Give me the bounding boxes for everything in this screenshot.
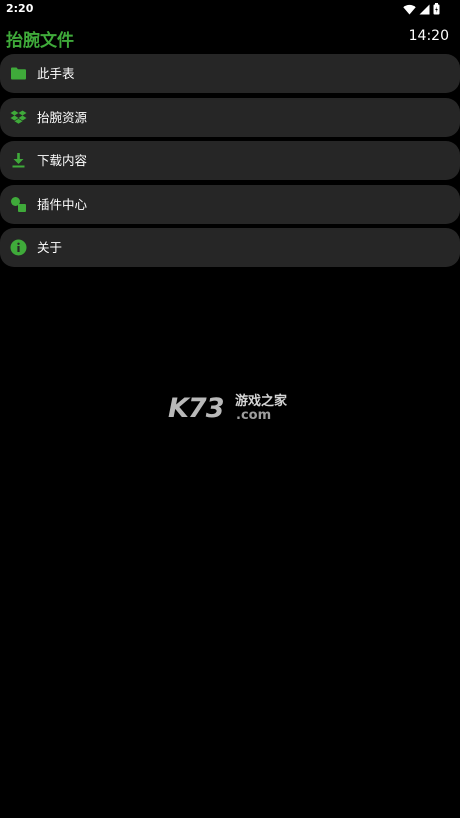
menu-item-about[interactable]: 关于 xyxy=(0,228,460,267)
menu-item-label: 下载内容 xyxy=(37,153,88,168)
info-icon xyxy=(10,239,27,256)
watermark-domain: .com xyxy=(236,408,272,423)
menu-item-label: 此手表 xyxy=(37,66,75,81)
menu-item-label: 插件中心 xyxy=(37,196,88,212)
folder-icon xyxy=(11,67,26,80)
menu-item-resources[interactable]: 抬腕资源 xyxy=(0,97,460,137)
header-clock: 14:20 xyxy=(408,28,449,44)
menu-item-downloads[interactable]: 下载内容 xyxy=(0,141,460,180)
status-icons xyxy=(403,3,440,15)
battery-icon xyxy=(433,3,440,15)
signal-icon xyxy=(419,4,430,14)
status-time: 2:20 xyxy=(6,2,34,15)
menu-item-this-watch[interactable]: 此手表 xyxy=(0,54,460,93)
watermark-logo: K73 游戏之家 .com xyxy=(168,394,292,424)
app-title: 抬腕文件 xyxy=(6,31,74,51)
download-icon xyxy=(12,153,25,168)
watermark-brand: K73 xyxy=(168,393,224,424)
status-bar: 2:20 xyxy=(0,0,460,18)
menu-item-label: 抬腕资源 xyxy=(37,109,88,125)
dropbox-icon xyxy=(10,110,27,124)
menu-item-label: 关于 xyxy=(37,240,63,255)
menu-list: 此手表 抬腕资源 下载内容 插件中心 关于 xyxy=(0,54,460,272)
app-header: 抬腕文件 14:20 xyxy=(0,22,460,52)
menu-item-plugins[interactable]: 插件中心 xyxy=(0,184,460,224)
plugin-icon xyxy=(11,196,26,212)
wifi-icon xyxy=(403,4,416,14)
